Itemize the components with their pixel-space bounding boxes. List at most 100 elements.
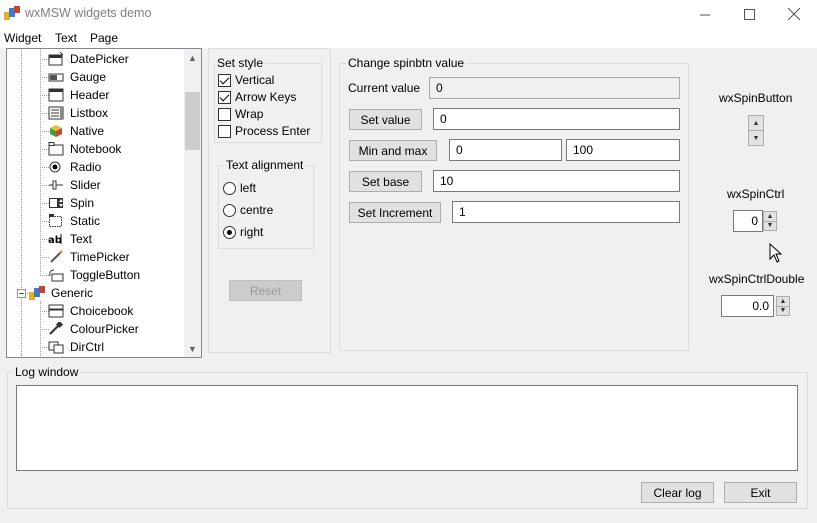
spinctrl-input[interactable]: 0 xyxy=(733,210,763,232)
scroll-up-icon[interactable]: ▲ xyxy=(184,49,201,66)
set-style-label: Set style xyxy=(215,56,266,70)
spin-up-icon[interactable]: ▲ xyxy=(749,116,763,130)
tree-scrollbar[interactable]: ▲ ▼ xyxy=(184,49,201,357)
mouse-cursor-icon xyxy=(769,243,782,263)
listbox-icon xyxy=(48,106,64,120)
widget-tree[interactable]: DatePicker Gauge Header Listbox Native N… xyxy=(6,48,202,358)
svg-text:ab: ab xyxy=(48,235,62,246)
maximize-button[interactable] xyxy=(726,0,772,28)
exit-button[interactable]: Exit xyxy=(724,482,797,503)
spin-up-icon[interactable]: ▲ xyxy=(777,297,789,306)
tree-item-radio[interactable]: Radio xyxy=(48,158,101,176)
tree-item-generic[interactable]: Generic xyxy=(29,284,93,302)
tree-item-timepicker[interactable]: TimePicker xyxy=(48,248,130,266)
tree-item-text[interactable]: ab Text xyxy=(48,230,92,248)
clear-log-button[interactable]: Clear log xyxy=(641,482,714,503)
wxspinbutton-label: wxSpinButton xyxy=(719,91,793,105)
process-enter-checkbox[interactable]: Process Enter xyxy=(218,124,310,138)
app-icon xyxy=(4,6,20,20)
tree-item-togglebutton[interactable]: ToggleButton xyxy=(48,266,140,284)
tree-item-slider[interactable]: Slider xyxy=(48,176,101,194)
radio-label: right xyxy=(240,225,264,239)
menu-text[interactable]: Text xyxy=(55,31,77,45)
spin-button[interactable]: ▲ ▼ xyxy=(748,115,764,146)
align-right-radio[interactable]: right xyxy=(223,225,263,239)
spinctrldouble-arrows[interactable]: ▲ ▼ xyxy=(776,296,790,316)
checkbox-box[interactable] xyxy=(218,107,231,121)
generic-icon xyxy=(29,286,45,300)
checkbox-label: Vertical xyxy=(235,73,275,87)
tree-item-header[interactable]: Header xyxy=(48,86,109,104)
tree-item-datepicker[interactable]: DatePicker xyxy=(48,50,129,68)
scrollbar-thumb[interactable] xyxy=(185,92,200,150)
tree-item-listbox[interactable]: Listbox xyxy=(48,104,108,122)
set-value-field[interactable]: 0 xyxy=(433,108,680,130)
spin-icon xyxy=(49,198,63,208)
tree-item-label: Listbox xyxy=(70,106,109,120)
increment-field[interactable]: 1 xyxy=(452,201,680,223)
spinctrl-arrows[interactable]: ▲ ▼ xyxy=(763,211,777,231)
checkbox-label: Arrow Keys xyxy=(235,90,297,104)
text-alignment-label: Text alignment xyxy=(224,158,306,172)
menu-page[interactable]: Page xyxy=(90,31,118,45)
checkbox-label: Wrap xyxy=(235,107,264,121)
tree-item-spin[interactable]: Spin xyxy=(48,194,94,212)
close-icon xyxy=(788,8,800,20)
spinbtn-group-label: Change spinbtn value xyxy=(346,56,467,70)
dirctrl-icon xyxy=(48,341,64,354)
text-icon: ab xyxy=(48,234,62,246)
spin-up-icon[interactable]: ▲ xyxy=(764,212,776,221)
tree-item-notebook[interactable]: Notebook xyxy=(48,140,121,158)
tree-item-label: DatePicker xyxy=(70,52,129,66)
scroll-down-icon[interactable]: ▼ xyxy=(184,340,201,357)
spinctrldouble-input[interactable]: 0.0 xyxy=(721,295,774,317)
radio-circle[interactable] xyxy=(223,203,236,217)
min-max-button[interactable]: Min and max xyxy=(349,140,437,161)
tree-item-gauge[interactable]: Gauge xyxy=(48,68,106,86)
timepicker-icon xyxy=(50,250,63,263)
checkbox-box[interactable] xyxy=(218,124,231,138)
set-base-button[interactable]: Set base xyxy=(349,171,422,192)
wrap-checkbox[interactable]: Wrap xyxy=(218,107,263,121)
togglebutton-icon xyxy=(49,269,64,282)
radio-icon xyxy=(49,161,61,173)
tree-item-label: Notebook xyxy=(70,142,122,156)
checkbox-label: Process Enter xyxy=(235,124,311,138)
checkbox-box[interactable] xyxy=(218,90,231,104)
tree-item-static[interactable]: Static xyxy=(48,212,100,230)
tree-item-label: Text xyxy=(70,232,93,246)
radio-circle[interactable] xyxy=(223,181,236,195)
colourpicker-icon xyxy=(49,322,64,335)
menu-bar: Widget Text Page xyxy=(0,28,817,48)
tree-item-label: ToggleButton xyxy=(70,268,141,282)
vertical-checkbox[interactable]: Vertical xyxy=(218,73,274,87)
max-field[interactable]: 100 xyxy=(566,139,680,161)
set-increment-button[interactable]: Set Increment xyxy=(349,202,441,223)
reset-button[interactable]: Reset xyxy=(229,280,302,301)
align-centre-radio[interactable]: centre xyxy=(223,203,273,217)
arrow-keys-checkbox[interactable]: Arrow Keys xyxy=(218,90,296,104)
spin-down-icon[interactable]: ▼ xyxy=(777,305,789,316)
min-field[interactable]: 0 xyxy=(449,139,562,161)
tree-item-label: Gauge xyxy=(70,70,107,84)
tree-item-native[interactable]: Native xyxy=(48,122,104,140)
close-button[interactable] xyxy=(771,0,817,28)
header-icon xyxy=(48,88,64,102)
gauge-icon xyxy=(48,73,64,82)
menu-widget[interactable]: Widget xyxy=(4,31,41,45)
tree-item-label: ColourPicker xyxy=(70,322,139,336)
set-value-button[interactable]: Set value xyxy=(349,109,422,130)
tree-item-colourpicker[interactable]: ColourPicker xyxy=(48,320,139,338)
align-left-radio[interactable]: left xyxy=(223,181,256,195)
tree-item-dirctrl[interactable]: DirCtrl xyxy=(48,338,104,356)
checkbox-box[interactable] xyxy=(218,73,231,87)
spin-down-icon[interactable]: ▼ xyxy=(749,130,763,145)
tree-item-choicebook[interactable]: Choicebook xyxy=(48,302,133,320)
tree-item-label: Radio xyxy=(70,160,102,174)
log-textarea[interactable] xyxy=(16,385,798,471)
spin-down-icon[interactable]: ▼ xyxy=(764,220,776,231)
wxspinctrl-label: wxSpinCtrl xyxy=(727,187,785,201)
base-field[interactable]: 10 xyxy=(433,170,680,192)
radio-circle[interactable] xyxy=(223,225,236,239)
minimize-button[interactable] xyxy=(682,0,728,28)
